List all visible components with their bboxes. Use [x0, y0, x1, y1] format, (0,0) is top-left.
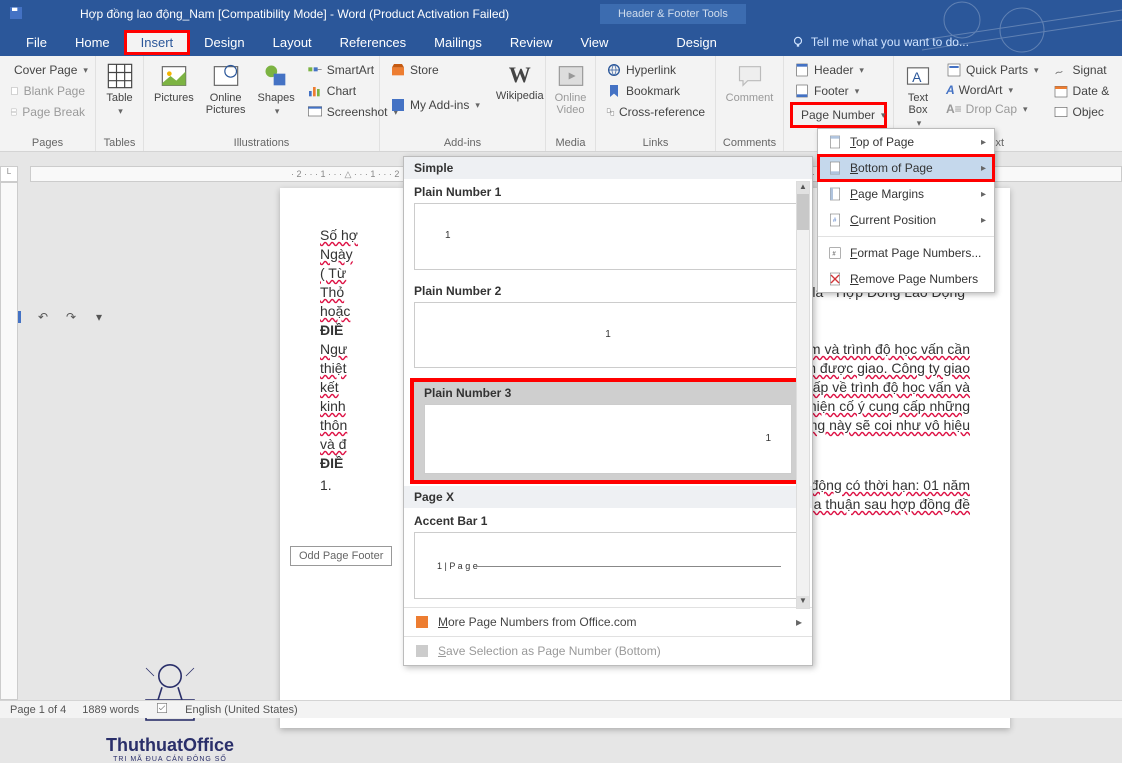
gallery-item-pn2[interactable]: 1	[414, 302, 802, 369]
group-media-label: Media	[552, 135, 589, 149]
footer-button[interactable]: Footer▾	[790, 81, 887, 101]
gallery-scrollbar[interactable]: ▲ ▼	[796, 181, 810, 609]
object-button[interactable]: Objec	[1049, 102, 1114, 122]
qat-undo-icon[interactable]: ↶	[34, 308, 52, 326]
drop-cap-button[interactable]: A≡Drop Cap▾	[942, 100, 1043, 118]
header-button[interactable]: Header▾	[790, 60, 887, 80]
group-pages-label: Pages	[6, 135, 89, 149]
page-number-button[interactable]: #Page Number▾	[790, 102, 887, 128]
tab-mailings[interactable]: Mailings	[420, 30, 496, 55]
store-button[interactable]: Store	[386, 60, 484, 80]
comment-button[interactable]: Comment	[722, 60, 777, 106]
menu-top-of-page[interactable]: TTop of Pageop of Page▸	[818, 129, 994, 155]
tab-references[interactable]: References	[326, 30, 420, 55]
status-page[interactable]: Page 1 of 4	[10, 704, 66, 716]
group-links-label: Links	[602, 135, 709, 149]
group-addins-label: Add-ins	[386, 135, 539, 149]
tab-review[interactable]: Review	[496, 30, 567, 55]
group-links: Hyperlink Bookmark Cross-reference Links	[596, 56, 716, 151]
qat-customize-icon[interactable]: ▾	[90, 308, 108, 326]
gallery-section-pagex: Page X	[404, 486, 812, 508]
tab-view[interactable]: View	[566, 30, 622, 55]
cross-reference-button[interactable]: Cross-reference	[602, 102, 709, 122]
online-pictures-button[interactable]: Online Pictures	[202, 60, 250, 122]
tab-layout[interactable]: Layout	[259, 30, 326, 55]
menu-current-position[interactable]: #Current Position▸	[818, 207, 994, 233]
online-video-button[interactable]: Online Video	[552, 60, 589, 118]
my-addins-button[interactable]: My Add-ins▾	[386, 95, 484, 115]
tab-design[interactable]: Design	[190, 30, 258, 55]
gallery-item-pn3[interactable]: 1	[424, 404, 792, 474]
bookmark-button[interactable]: Bookmark	[602, 81, 709, 101]
gallery-save-selection: Save Selection as Page Number (Bottom)	[404, 636, 812, 665]
group-illustrations-label: Illustrations	[150, 135, 373, 149]
group-comments-label: Comments	[722, 135, 777, 149]
blank-page-button[interactable]: Blank Page	[6, 81, 89, 101]
ruler-corner: L	[0, 166, 18, 182]
contextual-tools-label: Header & Footer Tools	[600, 4, 746, 24]
status-words[interactable]: 1889 words	[82, 704, 139, 716]
page-break-button[interactable]: Page Break	[6, 102, 89, 122]
odd-page-footer-tag: Odd Page Footer	[290, 546, 392, 566]
hyperlink-button[interactable]: Hyperlink	[602, 60, 709, 80]
date-time-button[interactable]: Date &	[1049, 81, 1114, 101]
group-tables: Table▾ Tables	[96, 56, 144, 151]
window-title: Hợp đồng lao động_Nam [Compatibility Mod…	[80, 7, 509, 21]
gallery-item-ab1-title: Accent Bar 1	[404, 508, 812, 530]
group-comments: Comment Comments	[716, 56, 784, 151]
menu-bottom-of-page[interactable]: Bottom of Page▸	[818, 155, 994, 181]
wordart-button[interactable]: AWordArt▾	[942, 81, 1043, 99]
pictures-button[interactable]: Pictures	[150, 60, 198, 122]
tab-file[interactable]: File	[12, 30, 61, 55]
signature-line-button[interactable]: Signat	[1049, 60, 1114, 80]
group-media: Online Video Media	[546, 56, 596, 151]
ruler-vertical[interactable]	[0, 182, 18, 700]
svg-text:A: A	[912, 69, 922, 85]
save-icon[interactable]	[8, 5, 24, 24]
gallery-item-pn2-title: Plain Number 2	[404, 278, 812, 300]
gallery-section-simple: Simple	[404, 157, 812, 179]
table-button[interactable]: Table▾	[102, 60, 137, 119]
gallery-item-ab1[interactable]: 1 | P a g e	[414, 532, 802, 599]
group-addins: Store My Add-ins▾ WWikipedia Add-ins	[380, 56, 546, 151]
status-bar: Page 1 of 4 1889 words English (United S…	[0, 700, 1122, 718]
group-pages: Cover Page▾ Blank Page Page Break Pages	[0, 56, 96, 151]
gallery-more-office[interactable]: More Page Numbers from Office.com▸	[404, 607, 812, 636]
menu-remove-page-numbers[interactable]: Remove Page Numbers	[818, 266, 994, 292]
tab-home[interactable]: Home	[61, 30, 124, 55]
quick-parts-button[interactable]: Quick Parts▾	[942, 60, 1043, 80]
menu-page-margins[interactable]: Page Margins▸	[818, 181, 994, 207]
status-proofing-icon[interactable]	[155, 701, 169, 718]
gallery-item-pn1[interactable]: 1	[414, 203, 802, 270]
qat-redo-icon[interactable]: ↷	[62, 308, 80, 326]
status-language[interactable]: English (United States)	[185, 704, 298, 716]
page-number-menu: TTop of Pageop of Page▸ Bottom of Page▸ …	[817, 128, 995, 293]
gallery-item-pn3-title: Plain Number 3	[414, 382, 802, 402]
group-tables-label: Tables	[102, 135, 137, 149]
title-bar: Hợp đồng lao động_Nam [Compatibility Mod…	[0, 0, 1122, 28]
cover-page-button[interactable]: Cover Page▾	[6, 60, 89, 80]
tab-hf-design[interactable]: Design	[662, 30, 730, 55]
text-box-button[interactable]: AText Box▾	[900, 60, 936, 131]
tab-insert[interactable]: Insert	[124, 30, 191, 55]
shapes-button[interactable]: Shapes▾	[253, 60, 298, 122]
group-illustrations: Pictures Online Pictures Shapes▾ SmartAr…	[144, 56, 380, 151]
menu-format-page-numbers[interactable]: #Format Page Numbers...	[818, 240, 994, 266]
gallery-item-pn1-title: Plain Number 1	[404, 179, 812, 201]
wikipedia-button[interactable]: WWikipedia	[492, 60, 548, 115]
page-number-gallery: Simple Plain Number 1 1 Plain Number 2 1…	[403, 156, 813, 666]
